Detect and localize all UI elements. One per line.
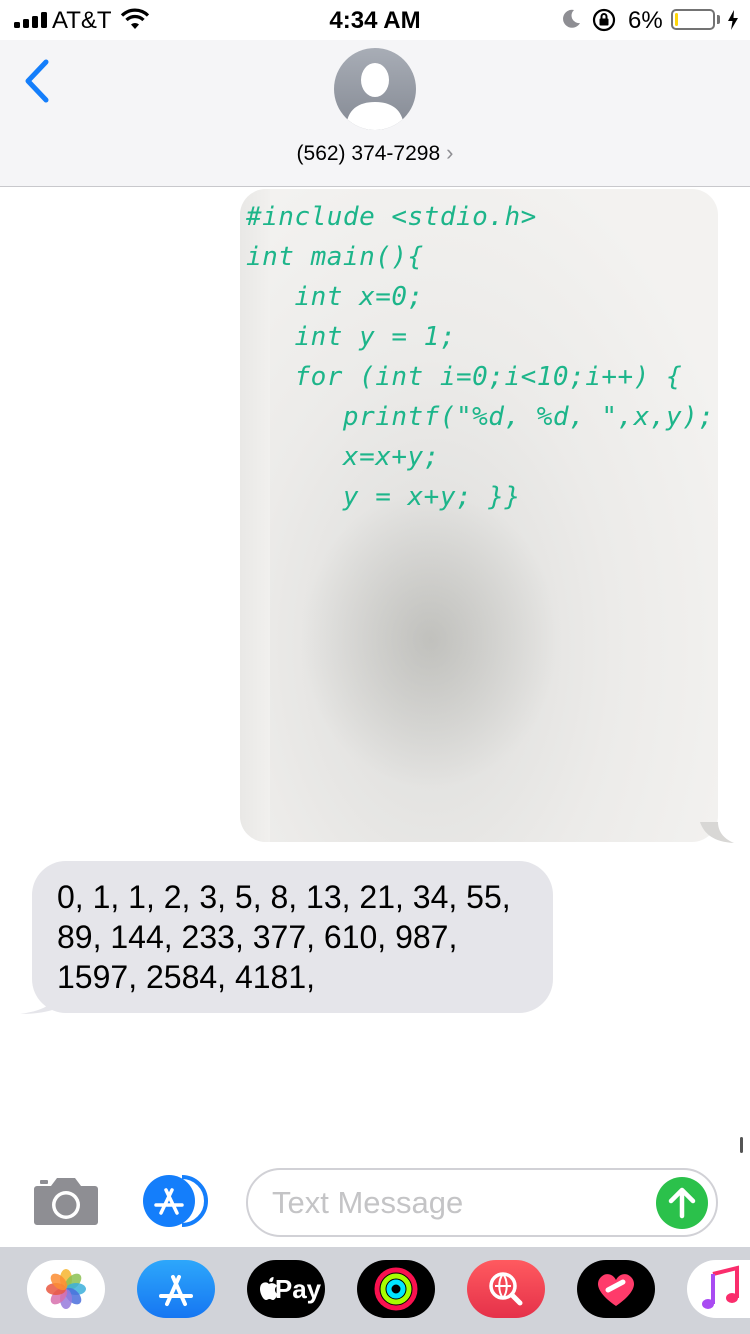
camera-icon <box>34 1178 98 1225</box>
battery-cap <box>717 15 720 24</box>
chevron-right-icon: › <box>446 140 454 165</box>
web-images-app-button[interactable] <box>467 1260 545 1318</box>
photo-shadow <box>300 489 560 789</box>
battery-percentage: 6% <box>628 7 663 34</box>
received-message-bubble[interactable]: 0, 1, 1, 2, 3, 5, 8, 13, 21, 34, 55, 89,… <box>32 861 553 1013</box>
app-store-app-button[interactable] <box>137 1260 215 1318</box>
status-bar: AT&T 4:34 AM 6% <box>0 0 750 40</box>
do-not-disturb-icon <box>563 9 580 28</box>
message-input-field[interactable] <box>246 1168 718 1237</box>
code-line: x=x+y; <box>246 442 440 472</box>
code-line: printf("%d, %d, ",x,y); <box>246 402 715 432</box>
sent-image-message[interactable]: #include <stdio.h> int main(){ int x=0; i… <box>240 189 718 842</box>
send-button[interactable] <box>656 1177 708 1229</box>
music-app-button[interactable] <box>687 1260 750 1318</box>
code-line: int y = 1; <box>246 322 456 352</box>
code-line: #include <stdio.h> <box>246 202 537 232</box>
digital-touch-app-button[interactable] <box>577 1260 655 1318</box>
app-store-button[interactable] <box>142 1173 212 1229</box>
activity-rings-icon <box>374 1267 418 1311</box>
contact-name-button[interactable]: (562) 374-7298 › <box>0 140 750 166</box>
code-line: int main(){ <box>246 242 424 272</box>
photos-icon <box>46 1269 86 1309</box>
activity-app-button[interactable] <box>357 1260 435 1318</box>
code-line: int x=0; <box>246 282 424 312</box>
web-search-icon <box>489 1272 523 1306</box>
charging-bolt-icon <box>728 10 738 30</box>
code-line: y = x+y; }} <box>246 482 521 512</box>
apple-pay-app-button[interactable]: Pay <box>247 1260 325 1318</box>
whiteboard-code: #include <stdio.h> int main(){ int x=0; i… <box>246 197 714 517</box>
chevron-left-icon <box>25 59 49 103</box>
received-bubble-tail <box>20 988 58 1014</box>
message-input[interactable] <box>272 1182 642 1224</box>
contact-phone-number: (562) 374-7298 <box>296 142 441 165</box>
app-store-icon <box>143 1175 208 1227</box>
battery-level-fill <box>675 13 678 26</box>
scroll-indicator[interactable] <box>740 1137 743 1153</box>
orientation-lock-icon <box>592 8 616 32</box>
heart-icon <box>597 1274 635 1306</box>
back-button[interactable] <box>20 56 60 106</box>
contact-avatar[interactable] <box>334 48 416 130</box>
conversation-header: (562) 374-7298 › <box>0 40 750 187</box>
person-silhouette-icon <box>346 63 404 130</box>
music-note-icon <box>702 1265 739 1309</box>
camera-button[interactable] <box>33 1176 99 1231</box>
arrow-up-icon <box>668 1187 696 1219</box>
app-store-icon <box>159 1275 193 1306</box>
photos-app-button[interactable] <box>27 1260 105 1318</box>
sent-bubble-tail <box>700 822 734 843</box>
apple-pay-label: Pay <box>274 1274 322 1304</box>
code-line: for (int i=0;i<10;i++) { <box>246 362 683 392</box>
received-message-text: 0, 1, 1, 2, 3, 5, 8, 13, 21, 34, 55, 89,… <box>57 879 511 995</box>
